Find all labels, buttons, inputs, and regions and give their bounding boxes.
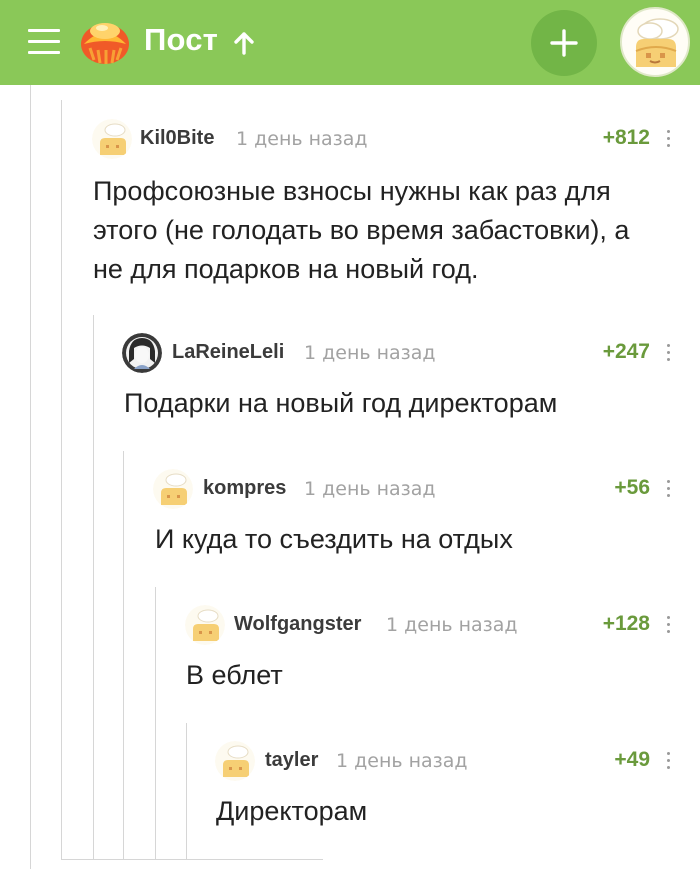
hamburger-menu-icon[interactable] <box>28 29 60 55</box>
more-options-icon[interactable] <box>666 616 672 638</box>
more-options-icon[interactable] <box>666 344 672 366</box>
avatar[interactable] <box>122 333 162 373</box>
avatar[interactable] <box>215 741 255 781</box>
comment-text: Подарки на новый год директорам <box>124 388 558 418</box>
comment-username[interactable]: LaReineLeli <box>172 341 284 364</box>
comment-username[interactable]: tayler <box>265 749 318 772</box>
comment-text: И куда то съездить на отдых <box>155 524 513 554</box>
comment-timestamp: 1 день назад <box>304 342 436 364</box>
comment-username[interactable]: Wolfgangster <box>234 613 361 636</box>
comment-rating: +247 <box>602 340 650 363</box>
user-avatar-icon[interactable] <box>620 7 690 77</box>
thread-line <box>123 451 124 860</box>
more-options-icon[interactable] <box>666 130 672 152</box>
top-bar: Пост <box>0 0 700 85</box>
avatar[interactable] <box>92 119 132 159</box>
comment-timestamp: 1 день назад <box>386 614 518 636</box>
avatar[interactable] <box>153 469 193 509</box>
comment-timestamp: 1 день назад <box>336 750 468 772</box>
comment-rating: +812 <box>602 126 650 149</box>
comment-username[interactable]: Kil0Bite <box>140 127 214 150</box>
arrow-up-icon[interactable] <box>231 30 257 56</box>
more-options-icon[interactable] <box>666 752 672 774</box>
thread-line <box>93 315 94 860</box>
avatar[interactable] <box>185 605 225 645</box>
comment-rating: +56 <box>614 476 650 499</box>
add-post-button[interactable] <box>531 10 597 76</box>
pikabu-logo-icon[interactable] <box>78 14 132 68</box>
comment-text: В еблет <box>186 660 283 690</box>
comment-rating: +49 <box>614 748 650 771</box>
page-title: Пост <box>144 22 219 57</box>
thread-line <box>155 587 156 860</box>
more-options-icon[interactable] <box>666 480 672 502</box>
comment-rating: +128 <box>602 612 650 635</box>
comment-text: Директорам <box>216 796 368 826</box>
thread-line <box>186 723 187 860</box>
comment-timestamp: 1 день назад <box>236 128 368 150</box>
plus-icon <box>550 29 578 57</box>
thread-end-line <box>61 859 323 860</box>
comment-timestamp: 1 день назад <box>304 478 436 500</box>
thread-line <box>61 100 62 860</box>
comment-text: Профсоюзные взносы нужны как раз для это… <box>93 176 630 284</box>
thread-line <box>30 85 31 869</box>
comment-username[interactable]: kompres <box>203 477 286 500</box>
